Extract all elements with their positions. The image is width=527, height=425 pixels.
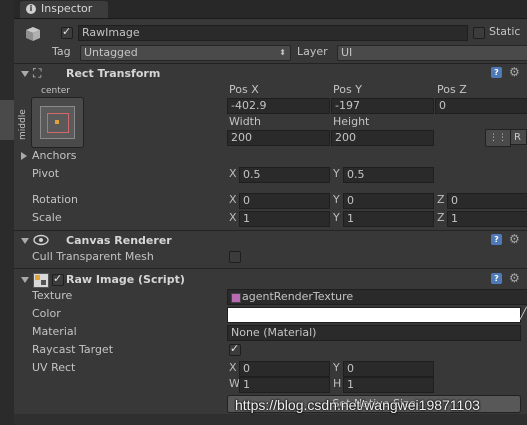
uv-x-field[interactable]: 0 (239, 361, 330, 377)
color-swatch[interactable] (227, 307, 521, 323)
rotation-y-field[interactable]: 0 (343, 193, 434, 209)
scale-y-axis: Y (333, 211, 340, 224)
anchor-preset-icon (40, 106, 75, 139)
object-name-field[interactable]: RawImage (78, 25, 468, 41)
uv-x-axis: X (229, 361, 237, 374)
divider (14, 63, 527, 64)
dropdown-arrow-icon: ⬍ (279, 48, 286, 57)
help-icon[interactable]: ? (491, 234, 502, 245)
raycast-target-label: Raycast Target (32, 343, 114, 356)
canvas-renderer-foldout-arrow[interactable] (21, 238, 29, 244)
uv-w-field[interactable]: 1 (239, 377, 330, 393)
divider (14, 268, 527, 269)
layer-value: UI (341, 46, 353, 59)
uv-y-field[interactable]: 0 (343, 361, 434, 377)
scale-y-field[interactable]: 1 (343, 211, 434, 227)
cull-transparent-mesh-label: Cull Transparent Mesh (32, 250, 154, 263)
anchors-foldout-arrow[interactable] (21, 152, 27, 160)
uv-h-field[interactable]: 1 (343, 377, 434, 393)
uv-h-axis: H (333, 377, 342, 390)
pos-z-field[interactable]: 0 (435, 98, 527, 114)
gear-icon[interactable]: ⚙ (509, 272, 520, 284)
divider (14, 230, 527, 231)
cull-transparent-mesh-checkbox[interactable] (229, 251, 241, 263)
pos-z-label: Pos Z (437, 83, 467, 96)
anchor-preset-top-label: center (41, 86, 70, 96)
static-label: Static (489, 25, 521, 38)
scale-z-axis: Z (437, 211, 445, 224)
rotation-z-field[interactable]: 0 (447, 193, 527, 209)
raw-edit-label: R (514, 132, 521, 143)
rotation-x-field[interactable]: 0 (239, 193, 330, 209)
rotation-y-axis: Y (333, 193, 340, 206)
raycast-target-checkbox[interactable] (229, 342, 241, 356)
pos-y-label: Pos Y (333, 83, 362, 96)
rect-transform-icon: ⛶ (33, 66, 42, 80)
left-panel-artifact (0, 100, 14, 140)
rotation-label: Rotation (32, 193, 79, 206)
uv-y-axis: Y (333, 361, 340, 374)
pos-x-label: Pos X (229, 83, 259, 96)
eyedropper-icon[interactable]: ╱ (520, 307, 527, 321)
pivot-x-axis: X (229, 167, 237, 180)
material-field[interactable]: None (Material) (227, 325, 521, 341)
texture-value: agentRenderTexture (242, 290, 354, 303)
blueprint-mode-button[interactable]: ⋮⋮ (485, 129, 511, 147)
anchor-presets-button[interactable] (31, 97, 84, 148)
render-texture-icon (231, 293, 241, 303)
pivot-y-axis: Y (333, 167, 340, 180)
pivot-label: Pivot (32, 167, 60, 180)
static-checkbox[interactable] (473, 27, 485, 39)
tag-dropdown[interactable]: Untagged ⬍ (80, 45, 291, 61)
pivot-x-field[interactable]: 0.5 (239, 167, 330, 183)
raw-image-title: Raw Image (Script) (66, 273, 185, 286)
info-icon: i (26, 4, 36, 14)
left-panel-edge (0, 0, 14, 425)
gear-icon[interactable]: ⚙ (509, 233, 520, 245)
height-field[interactable]: 200 (331, 130, 434, 146)
material-label: Material (32, 325, 77, 338)
tag-value: Untagged (84, 46, 138, 59)
scale-x-field[interactable]: 1 (239, 211, 330, 227)
width-label: Width (229, 115, 261, 128)
layer-label: Layer (297, 45, 328, 58)
scale-x-axis: X (229, 211, 237, 224)
help-icon[interactable]: ? (491, 273, 502, 284)
watermark-text: https://blog.csdn.net/wangwei19871103 (235, 397, 480, 413)
scale-z-field[interactable]: 1 (447, 211, 527, 227)
tab-inspector[interactable]: i Inspector (20, 1, 108, 18)
raw-edit-button[interactable]: R (510, 129, 527, 145)
rotation-x-axis: X (229, 193, 237, 206)
scale-label: Scale (32, 211, 62, 224)
width-field[interactable]: 200 (227, 130, 330, 146)
texture-label: Texture (32, 289, 73, 302)
rotation-z-axis: Z (437, 193, 445, 206)
tag-label: Tag (52, 45, 71, 58)
texture-field[interactable]: agentRenderTexture (227, 289, 527, 305)
eye-icon (33, 234, 49, 246)
cube-icon (25, 26, 41, 42)
pivot-y-field[interactable]: 0.5 (343, 167, 434, 183)
raw-image-icon (33, 273, 49, 288)
raw-image-foldout-arrow[interactable] (21, 277, 29, 283)
color-label: Color (32, 307, 61, 320)
anchor-preset-side-label: middle (18, 109, 28, 140)
help-icon[interactable]: ? (491, 67, 502, 78)
tab-label: Inspector (41, 2, 93, 15)
rect-transform-title: Rect Transform (66, 67, 161, 80)
uv-rect-label: UV Rect (32, 361, 76, 374)
canvas-renderer-title: Canvas Renderer (66, 234, 172, 247)
active-checkbox[interactable] (61, 25, 73, 39)
pos-y-field[interactable]: -197 (331, 98, 434, 114)
raw-image-enabled-checkbox[interactable] (52, 272, 64, 286)
rect-transform-foldout-arrow[interactable] (21, 71, 29, 77)
gear-icon[interactable]: ⚙ (509, 66, 520, 78)
layer-dropdown[interactable]: UI (337, 45, 527, 61)
anchors-label[interactable]: Anchors (32, 149, 77, 163)
height-label: Height (333, 115, 370, 128)
bottom-strip (14, 414, 527, 425)
pos-x-field[interactable]: -402.9 (227, 98, 330, 114)
